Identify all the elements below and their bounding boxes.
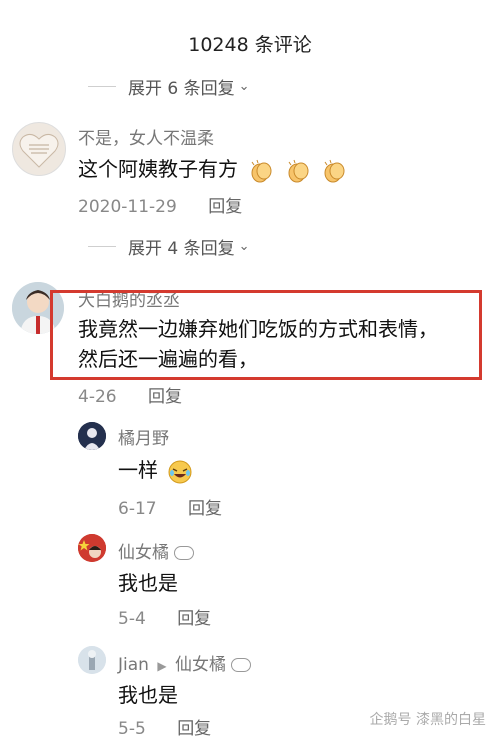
avatar-image <box>78 534 106 562</box>
divider-line <box>88 246 116 247</box>
comment-count-title: 10248 条评论 <box>188 34 312 56</box>
reply-button[interactable]: 回复 <box>177 719 211 739</box>
comment-date: 5-5 <box>118 719 146 739</box>
laughing-emoji-icon <box>168 460 192 483</box>
comment-text-content: 这个阿姨教子有方 <box>78 157 238 181</box>
username[interactable]: 仙女橘 <box>118 538 194 563</box>
username-text: Jian <box>118 655 149 675</box>
clap-emoji-icon <box>251 159 272 182</box>
avatar[interactable] <box>12 122 66 176</box>
expand-replies-button[interactable]: 展开 4 条回复 ⌄ <box>88 234 250 259</box>
cloud-badge-icon <box>230 658 251 672</box>
reply-button[interactable]: 回复 <box>188 499 222 519</box>
comment-date: 4-26 <box>78 387 117 407</box>
reply-button[interactable]: 回复 <box>148 387 182 407</box>
reply-to-username[interactable]: 仙女橘 <box>175 655 226 675</box>
avatar-image <box>19 133 59 168</box>
avatar-image <box>78 422 106 450</box>
divider-line <box>88 86 116 87</box>
clap-emoji-icon <box>324 159 345 182</box>
comment-text: 我也是 <box>118 683 178 707</box>
comment-meta: 2020-11-29 回复 <box>78 192 242 217</box>
username-text: 仙女橘 <box>118 543 169 563</box>
username[interactable]: 橘月野 <box>118 424 169 449</box>
comment-meta: 6-17 回复 <box>118 494 222 519</box>
chevron-down-icon: ⌄ <box>238 79 250 94</box>
reply-button[interactable]: 回复 <box>208 197 242 217</box>
comment-date: 6-17 <box>118 499 157 519</box>
comment-text: 这个阿姨教子有方 <box>78 153 347 183</box>
comment-meta: 4-26 回复 <box>78 382 182 407</box>
username[interactable]: 不是，女人不温柔 <box>78 124 214 149</box>
comment-meta: 5-4 回复 <box>118 604 211 629</box>
expand-replies-label: 展开 4 条回复 <box>128 239 235 259</box>
avatar[interactable] <box>78 646 106 674</box>
comment-meta: 5-5 回复 <box>118 714 211 739</box>
avatar[interactable] <box>78 534 106 562</box>
cloud-badge-icon <box>174 546 194 560</box>
chevron-down-icon: ⌄ <box>238 239 250 254</box>
highlight-box <box>50 290 482 380</box>
watermark: 企鹅号 漆黑的白星 <box>369 712 486 728</box>
clap-emoji-icon <box>288 159 309 182</box>
username[interactable]: Jian ▶ 仙女橘 <box>118 650 251 675</box>
expand-replies-button[interactable]: 展开 6 条回复 ⌄ <box>88 74 250 99</box>
avatar[interactable] <box>78 422 106 450</box>
expand-replies-label: 展开 6 条回复 <box>128 79 235 99</box>
comment-date: 5-4 <box>118 609 146 629</box>
comment-text-content: 一样 <box>118 458 158 482</box>
avatar-image <box>78 646 106 674</box>
reply-to-arrow-icon: ▶ <box>157 659 167 673</box>
reply-button[interactable]: 回复 <box>177 609 211 629</box>
comment-text: 一样 <box>118 454 193 485</box>
comment-text: 我也是 <box>118 571 178 595</box>
comment-date: 2020-11-29 <box>78 197 177 217</box>
